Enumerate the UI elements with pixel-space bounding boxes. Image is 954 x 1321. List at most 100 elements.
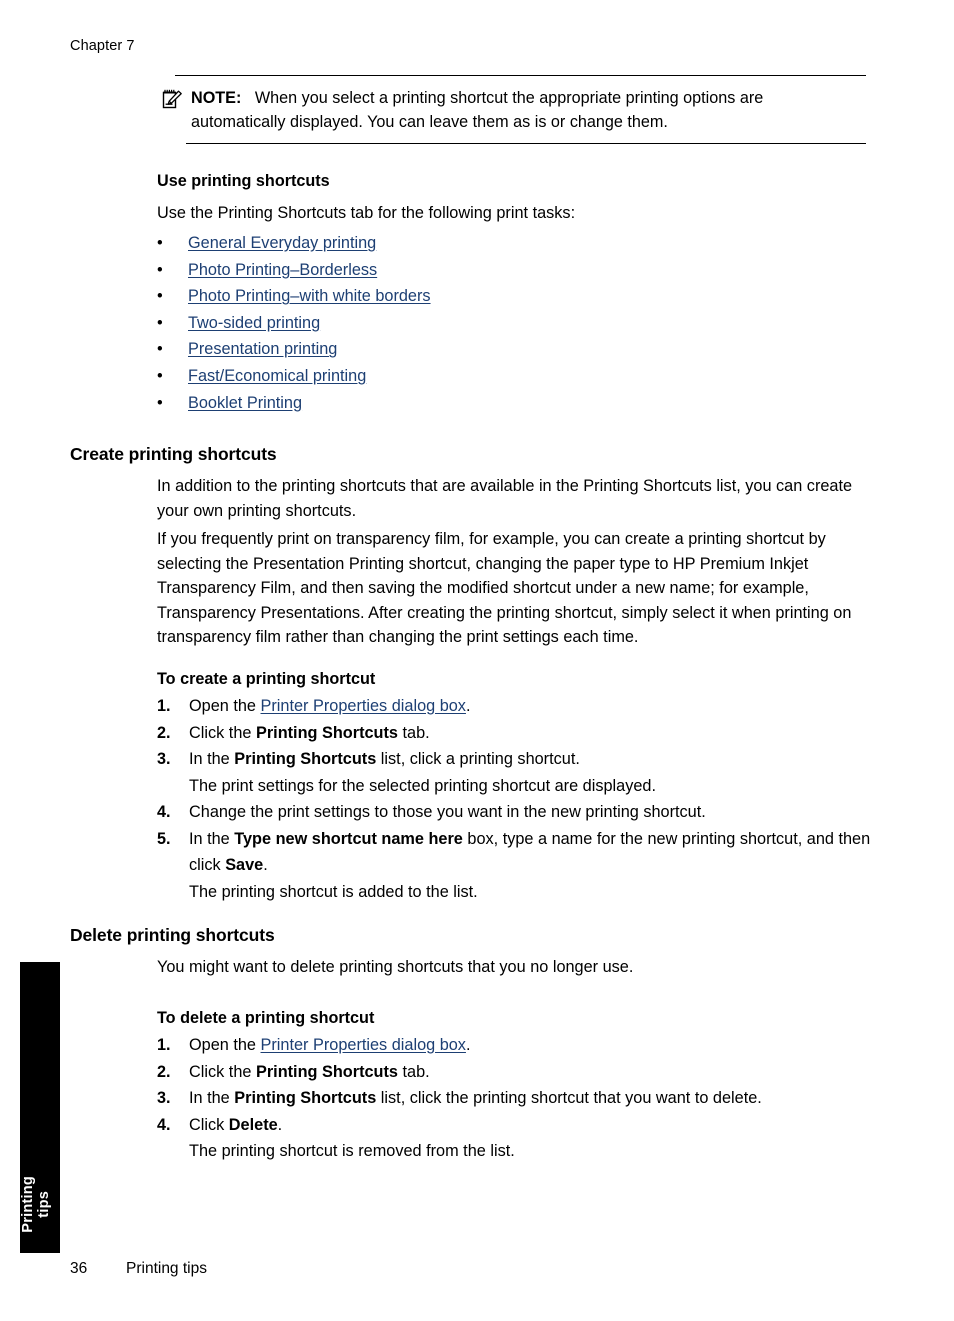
step-number: 4. bbox=[157, 1115, 171, 1134]
step-result-text: The printing shortcut is removed from th… bbox=[189, 1142, 515, 1160]
link-printer-properties-dialog-box[interactable]: Printer Properties dialog box bbox=[261, 697, 466, 715]
step-text: In the Type new shortcut name here box, … bbox=[189, 826, 872, 879]
note-label: NOTE: bbox=[191, 89, 242, 107]
step-text-prefix: In the bbox=[189, 750, 235, 768]
list-item: 4. Change the print settings to those yo… bbox=[157, 799, 872, 826]
list-item: 4. Click Delete. bbox=[157, 1112, 872, 1139]
note-message: When you select a printing shortcut the … bbox=[191, 89, 764, 131]
step-text-prefix: Open the bbox=[189, 697, 261, 715]
footer-section-title: Printing tips bbox=[126, 1260, 207, 1277]
list-item: • Booklet Printing bbox=[157, 391, 857, 418]
heading-to-delete-a-printing-shortcut: To delete a printing shortcut bbox=[157, 1009, 375, 1027]
list-item: 1. Open the Printer Properties dialog bo… bbox=[157, 693, 872, 720]
step-text-suffix: tab. bbox=[397, 1062, 430, 1081]
step-text-suffix: list, click the printing shortcut that y… bbox=[376, 1089, 762, 1107]
link-general-everyday-printing[interactable]: General Everyday printing bbox=[188, 231, 376, 255]
create-shortcuts-paragraph-1: In addition to the printing shortcuts th… bbox=[157, 477, 853, 520]
step-bold-term: Printing Shortcuts bbox=[234, 750, 377, 768]
step-number: 4. bbox=[157, 803, 171, 821]
side-thumb-tab-label: Printing tips bbox=[20, 1176, 52, 1233]
step-number: 2. bbox=[157, 723, 171, 742]
delete-shortcut-steps: 1. Open the Printer Properties dialog bo… bbox=[157, 1032, 872, 1165]
step-text-prefix: Click the bbox=[189, 723, 256, 742]
heading-to-create-a-printing-shortcut: To create a printing shortcut bbox=[157, 670, 376, 688]
footer-page-number: 36 bbox=[70, 1260, 88, 1277]
create-shortcuts-paragraph-2: If you frequently print on transparency … bbox=[157, 530, 852, 647]
heading-delete-printing-shortcuts: Delete printing shortcuts bbox=[70, 925, 275, 945]
step-bold-term: Delete bbox=[228, 1115, 278, 1134]
step-text-suffix: tab. bbox=[397, 723, 430, 742]
link-photo-printing-borderless[interactable]: Photo Printing–Borderless bbox=[188, 258, 377, 282]
bullet-icon: • bbox=[157, 260, 163, 279]
link-photo-printing-with-white-borders[interactable]: Photo Printing–with white borders bbox=[188, 284, 431, 308]
list-item: 2. Click the Printing Shortcuts tab. bbox=[157, 1059, 872, 1086]
printing-shortcut-links-list: • General Everyday printing • Photo Prin… bbox=[157, 231, 857, 417]
step-text-suffix: list, click a printing shortcut. bbox=[376, 750, 580, 768]
list-item: • Photo Printing–with white borders bbox=[157, 284, 857, 311]
step-bold-term: Printing Shortcuts bbox=[255, 723, 398, 742]
step-text-prefix: In the bbox=[189, 829, 235, 848]
bullet-icon: • bbox=[157, 393, 163, 412]
link-printer-properties-dialog-box[interactable]: Printer Properties dialog box bbox=[261, 1036, 466, 1054]
list-item: 1. Open the Printer Properties dialog bo… bbox=[157, 1032, 872, 1059]
step-bold-term-2: Save bbox=[225, 856, 264, 874]
step-text: In the Printing Shortcuts list, click th… bbox=[189, 1085, 872, 1112]
step-text: Open the Printer Properties dialog box. bbox=[189, 1032, 872, 1059]
note-pad-pencil-icon bbox=[161, 88, 183, 110]
step-number: 3. bbox=[157, 750, 171, 768]
step-text: Click the Printing Shortcuts tab. bbox=[189, 720, 872, 747]
document-page: Chapter 7 NOTE: When you select a printi… bbox=[0, 0, 954, 1321]
list-item: 3. In the Printing Shortcuts list, click… bbox=[157, 746, 872, 773]
link-presentation-printing[interactable]: Presentation printing bbox=[188, 337, 337, 361]
bullet-icon: • bbox=[157, 234, 163, 252]
step-result-text: The printing shortcut is added to the li… bbox=[189, 882, 478, 901]
list-item: 3. In the Printing Shortcuts list, click… bbox=[157, 1085, 872, 1112]
step-text-suffix: . bbox=[277, 1115, 283, 1134]
note-body: NOTE: When you select a printing shortcu… bbox=[162, 76, 866, 143]
step-text: Change the print settings to those you w… bbox=[189, 803, 706, 821]
heading-use-printing-shortcuts: Use printing shortcuts bbox=[157, 172, 330, 190]
list-item: • Fast/Economical printing bbox=[157, 364, 857, 391]
heading-create-printing-shortcuts: Create printing shortcuts bbox=[70, 444, 277, 464]
step-number: 2. bbox=[157, 1062, 171, 1081]
link-fast-economical-printing[interactable]: Fast/Economical printing bbox=[188, 364, 366, 388]
bullet-icon: • bbox=[157, 340, 163, 359]
list-item: • General Everyday printing bbox=[157, 231, 857, 258]
step-number: 3. bbox=[157, 1089, 171, 1107]
delete-shortcuts-paragraph-1: You might want to delete printing shortc… bbox=[157, 958, 634, 976]
step-text-suffix: . bbox=[465, 697, 471, 715]
chapter-running-head: Chapter 7 bbox=[70, 38, 135, 54]
step-text-prefix: Click the bbox=[189, 1062, 256, 1081]
step-number: 1. bbox=[157, 1036, 171, 1054]
create-shortcut-steps: 1. Open the Printer Properties dialog bo… bbox=[157, 693, 872, 905]
step-text-prefix: Click bbox=[189, 1115, 229, 1134]
bullet-icon: • bbox=[157, 287, 163, 306]
step-text: In the Printing Shortcuts list, click a … bbox=[189, 746, 872, 773]
bullet-icon: • bbox=[157, 366, 163, 385]
step-number: 5. bbox=[157, 829, 171, 848]
step-result-text: The print settings for the selected prin… bbox=[189, 776, 656, 795]
note-callout: NOTE: When you select a printing shortcu… bbox=[162, 75, 866, 144]
bullet-icon: • bbox=[157, 313, 163, 332]
use-shortcuts-intro: Use the Printing Shortcuts tab for the f… bbox=[157, 204, 576, 222]
step-text-prefix: Open the bbox=[189, 1036, 261, 1054]
list-item: • Photo Printing–Borderless bbox=[157, 258, 857, 285]
side-thumb-tab: Printing tips bbox=[20, 962, 60, 1253]
step-number: 1. bbox=[157, 697, 171, 715]
list-item: 2. Click the Printing Shortcuts tab. bbox=[157, 720, 872, 747]
list-item: • Presentation printing bbox=[157, 337, 857, 364]
list-item: 5. In the Type new shortcut name here bo… bbox=[157, 826, 872, 879]
link-booklet-printing[interactable]: Booklet Printing bbox=[188, 391, 302, 415]
note-text-block: NOTE: When you select a printing shortcu… bbox=[191, 87, 861, 134]
step-bold-term: Type new shortcut name here bbox=[234, 829, 463, 848]
step-text-prefix: In the bbox=[189, 1089, 235, 1107]
step-bold-term: Printing Shortcuts bbox=[255, 1062, 398, 1081]
step-text: Open the Printer Properties dialog box. bbox=[189, 693, 872, 720]
step-text-suffix: . bbox=[263, 856, 268, 874]
step-text: Click Delete. bbox=[189, 1112, 872, 1139]
step-text: Click the Printing Shortcuts tab. bbox=[189, 1059, 872, 1086]
link-two-sided-printing[interactable]: Two-sided printing bbox=[188, 311, 320, 335]
note-bottom-rule bbox=[186, 143, 866, 144]
step-text-suffix: . bbox=[465, 1036, 471, 1054]
list-item: • Two-sided printing bbox=[157, 311, 857, 338]
